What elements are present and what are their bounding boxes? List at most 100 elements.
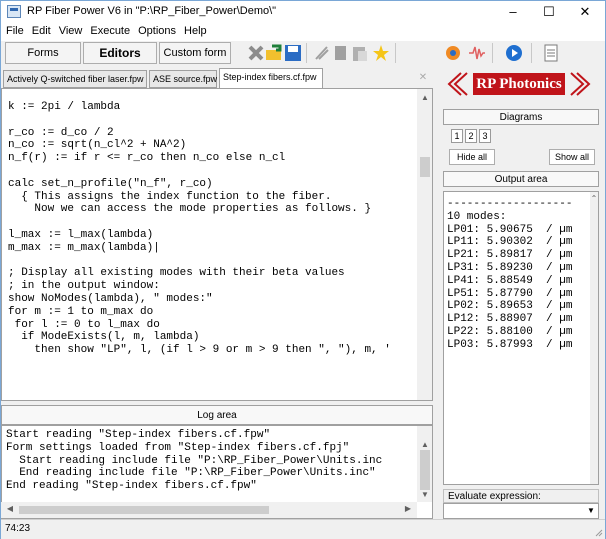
minimize-button[interactable]: –: [495, 1, 531, 23]
app-window: RP Fiber Power V6 in "P:\RP_Fiber_Power\…: [0, 0, 606, 539]
chevron-down-icon[interactable]: ▼: [584, 504, 598, 518]
diagram-button-1[interactable]: 1: [451, 129, 463, 143]
cut-icon[interactable]: [313, 44, 331, 62]
tab-close-icon[interactable]: ✕: [415, 70, 431, 86]
output-area-title: Output area: [443, 171, 599, 187]
log-area-title: Log area: [1, 405, 433, 425]
forms-button[interactable]: Forms: [5, 42, 81, 64]
menu-edit[interactable]: Edit: [28, 23, 55, 37]
code-line: ; Display all existing modes with their …: [8, 267, 345, 280]
menu-bar: File Edit View Execute Options Help: [1, 23, 605, 41]
output-line: LP22: 5.88100 / µm: [447, 325, 573, 338]
status-bar: 74:23: [1, 519, 605, 539]
output-text: ------------------- 10 modes: LP01: 5.9067…: [447, 198, 572, 352]
code-line: k := 2pi / lambda: [8, 101, 121, 113]
close-button[interactable]: ✕: [567, 1, 603, 23]
circle-target-icon[interactable]: [444, 44, 462, 62]
toolbar-separator: [395, 43, 396, 63]
diagrams-title: Diagrams: [443, 109, 599, 125]
copy-icon[interactable]: [332, 44, 350, 62]
app-icon: [7, 5, 21, 18]
show-all-button[interactable]: Show all: [549, 149, 595, 165]
play-icon[interactable]: [505, 44, 523, 62]
tab-actively-q-switched[interactable]: Actively Q-switched fiber laser.fpw: [3, 70, 147, 88]
code-line: for m := 1 to m_max do: [8, 305, 154, 318]
tab-step-index-fibers[interactable]: Step-index fibers.cf.fpw: [219, 68, 323, 88]
output-line: LP31: 5.89230 / µm: [447, 261, 573, 274]
diagram-button-2[interactable]: 2: [465, 129, 477, 143]
menu-view[interactable]: View: [55, 23, 87, 37]
editor-vertical-scrollbar[interactable]: ▲: [417, 89, 432, 400]
code-line: calc set_n_profile("n_f", r_co): [8, 177, 213, 190]
menu-help[interactable]: Help: [180, 23, 211, 37]
output-line: 10 modes:: [447, 210, 507, 223]
code-line: if ModeExists(l, m, lambda): [8, 331, 200, 344]
output-line: LP21: 5.89817 / µm: [447, 249, 573, 262]
code-line: then show "LP", l, (if l > 9 or m > 9 th…: [8, 344, 391, 357]
code-line: for l := 0 to l_max do: [8, 318, 160, 331]
log-line: Start reading "Step-index fibers.cf.fpw": [6, 429, 271, 441]
editor-code[interactable]: k := 2pi / lambda r_co := d_co / 2 n_co :…: [8, 101, 391, 357]
signal-icon[interactable]: [468, 44, 486, 62]
custom-form-button[interactable]: Custom form: [159, 42, 231, 64]
output-line: LP01: 5.90675 / µm: [447, 223, 573, 236]
log-horizontal-scrollbar[interactable]: ◀ ▶: [1, 502, 417, 518]
code-editor[interactable]: k := 2pi / lambda r_co := d_co / 2 n_co :…: [1, 88, 433, 401]
scroll-down-arrow-icon[interactable]: ▼: [418, 490, 432, 499]
log-line: End reading include file "P:\RP_Fiber_Po…: [6, 467, 376, 480]
code-line: Now we can access the mode properties as…: [8, 203, 372, 216]
editors-button[interactable]: Editors: [83, 42, 157, 64]
scroll-up-arrow-icon[interactable]: ▲: [418, 93, 432, 102]
scrollbar-thumb[interactable]: [420, 157, 430, 177]
document-icon[interactable]: [542, 44, 560, 62]
resize-grip-icon[interactable]: [593, 527, 603, 537]
log-line: Form settings loaded from "Step-index fi…: [6, 441, 350, 454]
scroll-right-arrow-icon[interactable]: ▶: [401, 504, 415, 513]
window-title: RP Fiber Power V6 in "P:\RP_Fiber_Power\…: [27, 5, 277, 17]
menu-options[interactable]: Options: [134, 23, 180, 37]
output-scrollbar[interactable]: ⌃: [590, 192, 598, 484]
title-bar: RP Fiber Power V6 in "P:\RP_Fiber_Power\…: [1, 1, 605, 23]
output-line: LP02: 5.89653 / µm: [447, 300, 573, 313]
menu-file[interactable]: File: [1, 23, 28, 37]
output-line: LP41: 5.88549 / µm: [447, 274, 573, 287]
scrollbar-thumb[interactable]: [19, 506, 269, 514]
open-folder-icon[interactable]: [265, 44, 283, 62]
output-line: LP51: 5.87790 / µm: [447, 287, 573, 300]
rp-photonics-logo: RP Photonics: [443, 71, 595, 97]
cursor-position: 74:23: [5, 523, 31, 534]
log-text: Start reading "Step-index fibers.cf.fpw"…: [6, 429, 382, 493]
code-line: show NoModes(lambda), " modes:": [8, 292, 213, 305]
log-line: Start reading include file "P:\RP_Fiber_…: [6, 454, 383, 467]
code-line: l_max := l_max(lambda): [8, 228, 154, 241]
scroll-up-arrow-icon[interactable]: ▲: [418, 440, 432, 449]
save-disk-icon[interactable]: [284, 44, 302, 62]
output-line: LP11: 5.90302 / µm: [447, 236, 573, 249]
hide-all-button[interactable]: Hide all: [449, 149, 495, 165]
code-line: ; in the output window:: [8, 280, 160, 293]
tab-ase-source[interactable]: ASE source.fpw: [149, 70, 217, 88]
diagram-button-3[interactable]: 3: [479, 129, 491, 143]
menu-execute[interactable]: Execute: [86, 23, 134, 37]
output-line: LP12: 5.88907 / µm: [447, 313, 573, 326]
evaluate-expression-input[interactable]: ▼: [443, 503, 599, 519]
output-area: ------------------- 10 modes: LP01: 5.9067…: [443, 191, 599, 485]
log-vertical-scrollbar[interactable]: ▲ ▼: [417, 426, 432, 502]
output-line: LP03: 5.87993 / µm: [447, 338, 573, 351]
paste-icon[interactable]: [351, 44, 369, 62]
code-line: r_co := d_co / 2: [8, 126, 114, 139]
maximize-button[interactable]: ☐: [531, 1, 567, 23]
scissors-x-icon[interactable]: [247, 44, 265, 62]
star-icon[interactable]: [372, 44, 390, 62]
scroll-up-arrow-icon[interactable]: ⌃: [587, 194, 598, 203]
toolbar-separator: [492, 43, 493, 63]
scroll-left-arrow-icon[interactable]: ◀: [3, 504, 17, 513]
scrollbar-thumb[interactable]: [420, 450, 430, 490]
code-line: { This assigns the index function to the…: [8, 190, 332, 203]
code-line: n_co := sqrt(n_cl^2 + NA^2): [8, 139, 187, 152]
toolbar-separator: [306, 43, 307, 63]
